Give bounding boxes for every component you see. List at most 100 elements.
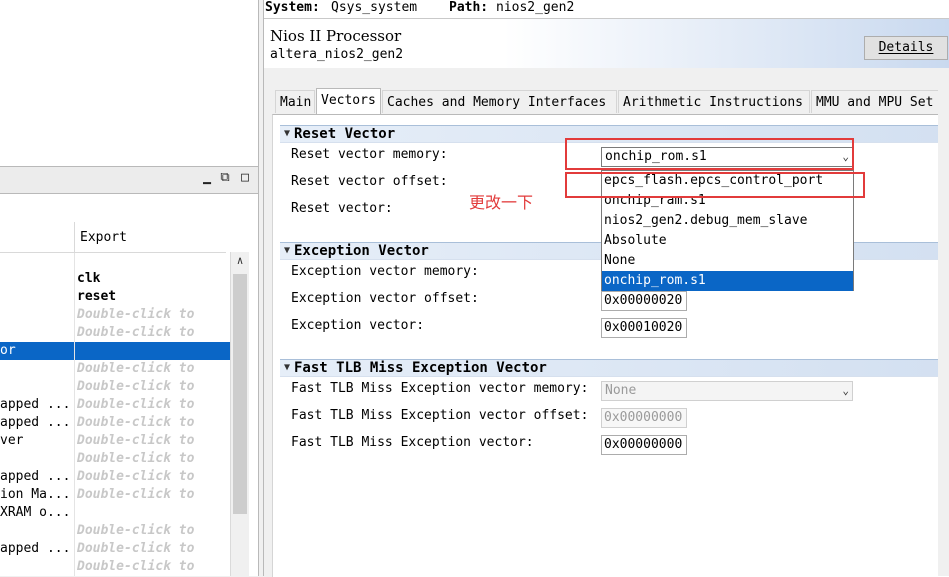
row-export[interactable]: Double-click to	[77, 486, 227, 504]
row-name: or	[0, 343, 16, 358]
details-button-label: Details	[878, 40, 934, 55]
system-contents-panel: ▁ ⧉ □ Export clk reset Double-click to Doub…	[0, 0, 259, 576]
minimize-icon[interactable]: ▁	[200, 171, 214, 185]
collapse-triangle-icon[interactable]: ▼	[284, 245, 290, 256]
maximize-icon[interactable]: □	[238, 171, 252, 185]
tab-mmu-mpu[interactable]: MMU and MPU Set	[811, 90, 949, 113]
annotation-box-option	[565, 172, 865, 198]
dropdown-option-selected[interactable]: onchip_rom.s1	[602, 271, 853, 291]
table-row[interactable]: or	[0, 342, 230, 360]
exception-vector-label: Exception vector:	[291, 318, 425, 333]
connections-table: clk reset Double-click to Double-click to or…	[0, 253, 230, 576]
table-row[interactable]: apped ... Double-click to	[0, 396, 230, 414]
table-row[interactable]: ion Ma... Double-click to	[0, 486, 230, 504]
ip-catalog-area	[0, 0, 259, 163]
row-export[interactable]: Double-click to	[77, 414, 227, 432]
fast-tlb-offset-label: Fast TLB Miss Exception vector offset:	[291, 408, 589, 423]
system-path-bar: System: Qsys_system Path: nios2_gen2	[264, 0, 949, 19]
annotation-text: 更改一下	[469, 193, 534, 212]
table-row[interactable]: clk	[0, 270, 230, 288]
row-export[interactable]: Double-click to	[77, 396, 227, 414]
column-header-export[interactable]: Export	[80, 230, 127, 245]
scroll-thumb[interactable]	[233, 274, 247, 514]
fast-tlb-memory-select[interactable]: None ⌄	[601, 381, 853, 401]
tab-caches-memory[interactable]: Caches and Memory Interfaces	[382, 90, 617, 113]
row-export[interactable]: Double-click to	[77, 360, 227, 378]
path-value: nios2_gen2	[496, 0, 575, 15]
fast-tlb-vector-label: Fast TLB Miss Exception vector:	[291, 435, 534, 450]
undock-icon[interactable]: ⧉	[218, 171, 232, 185]
path-label: Path:	[449, 0, 489, 15]
component-title: Nios II Processor	[270, 27, 402, 45]
row-export[interactable]: Double-click to	[77, 306, 227, 324]
table-row[interactable]: Double-click to	[0, 450, 230, 468]
details-button[interactable]: Details	[864, 36, 948, 60]
chevron-up-icon[interactable]: ∧	[234, 255, 246, 267]
table-row[interactable]: Double-click to	[0, 558, 230, 576]
dropdown-option[interactable]: None	[602, 251, 853, 271]
row-export[interactable]: Double-click to	[77, 450, 227, 468]
exception-offset-label: Exception vector offset:	[291, 291, 479, 306]
column-divider[interactable]	[74, 222, 75, 252]
section-fast-tlb[interactable]: ▼ Fast TLB Miss Exception Vector	[280, 359, 949, 377]
section-title: Reset Vector	[294, 126, 396, 142]
table-row[interactable]: Double-click to	[0, 360, 230, 378]
row-export[interactable]: Double-click to	[77, 540, 227, 558]
tab-main[interactable]: Main	[275, 90, 315, 113]
row-export[interactable]: Double-click to	[77, 558, 227, 576]
table-row[interactable]: apped ... Double-click to	[0, 540, 230, 558]
fast-tlb-offset-field[interactable]: 0x00000000	[601, 408, 687, 428]
table-row[interactable]: reset	[0, 288, 230, 306]
tab-arithmetic[interactable]: Arithmetic Instructions	[618, 90, 810, 113]
table-header: Export	[0, 222, 226, 253]
table-row[interactable]: apped ... Double-click to	[0, 414, 230, 432]
column-divider	[74, 253, 75, 576]
section-title: Exception Vector	[294, 243, 429, 259]
table-row[interactable]: Double-click to	[0, 306, 230, 324]
annotation-box-select	[565, 138, 854, 170]
row-export[interactable]: Double-click to	[77, 324, 227, 342]
row-name: apped ...	[0, 469, 71, 484]
component-header: Nios II Processor altera_nios2_gen2	[264, 19, 949, 68]
system-label: System:	[265, 0, 320, 15]
row-export[interactable]: reset	[77, 288, 227, 306]
row-name: ver	[0, 433, 24, 448]
dropdown-option[interactable]: Absolute	[602, 231, 853, 251]
tab-vectors[interactable]: Vectors	[316, 88, 381, 114]
fast-tlb-memory-value: None	[605, 383, 637, 398]
row-name: ion Ma...	[0, 487, 71, 502]
dropdown-option[interactable]: nios2_gen2.debug_mem_slave	[602, 211, 853, 231]
row-name: apped ...	[0, 415, 71, 430]
panel-toolbar: ▁ ⧉ □	[0, 166, 258, 194]
table-row[interactable]: Double-click to	[0, 522, 230, 540]
tab-bar: Main Vectors Caches and Memory Interface…	[272, 88, 949, 114]
right-scrollbar[interactable]	[938, 70, 949, 576]
row-export[interactable]: clk	[77, 270, 227, 288]
reset-offset-label: Reset vector offset:	[291, 174, 448, 189]
fast-tlb-vector-field: 0x00000000	[601, 435, 687, 455]
row-export[interactable]: Double-click to	[77, 522, 227, 540]
table-row[interactable]: Double-click to	[0, 378, 230, 396]
system-value: Qsys_system	[331, 0, 418, 15]
table-row[interactable]: ver Double-click to	[0, 432, 230, 450]
row-name: apped ...	[0, 541, 71, 556]
table-row[interactable]: XRAM o...	[0, 504, 230, 522]
reset-vector-label: Reset vector:	[291, 201, 393, 216]
chevron-down-icon[interactable]: ⌄	[842, 382, 849, 400]
table-row[interactable]: Double-click to	[0, 324, 230, 342]
section-title: Fast TLB Miss Exception Vector	[294, 360, 547, 376]
component-subtitle: altera_nios2_gen2	[270, 47, 404, 62]
row-name: XRAM o...	[0, 505, 71, 520]
reset-memory-label: Reset vector memory:	[291, 147, 448, 162]
exception-vector-field: 0x00010020	[601, 318, 687, 338]
row-export[interactable]: Double-click to	[77, 378, 227, 396]
fast-tlb-memory-label: Fast TLB Miss Exception vector memory:	[291, 381, 589, 396]
row-export[interactable]: Double-click to	[77, 432, 227, 450]
row-export[interactable]: Double-click to	[77, 468, 227, 486]
exception-memory-label: Exception vector memory:	[291, 264, 479, 279]
vertical-scrollbar[interactable]: ∧	[230, 252, 249, 576]
exception-offset-field[interactable]: 0x00000020	[601, 291, 687, 311]
table-row[interactable]: apped ... Double-click to	[0, 468, 230, 486]
collapse-triangle-icon[interactable]: ▼	[284, 362, 290, 373]
collapse-triangle-icon[interactable]: ▼	[284, 128, 290, 139]
